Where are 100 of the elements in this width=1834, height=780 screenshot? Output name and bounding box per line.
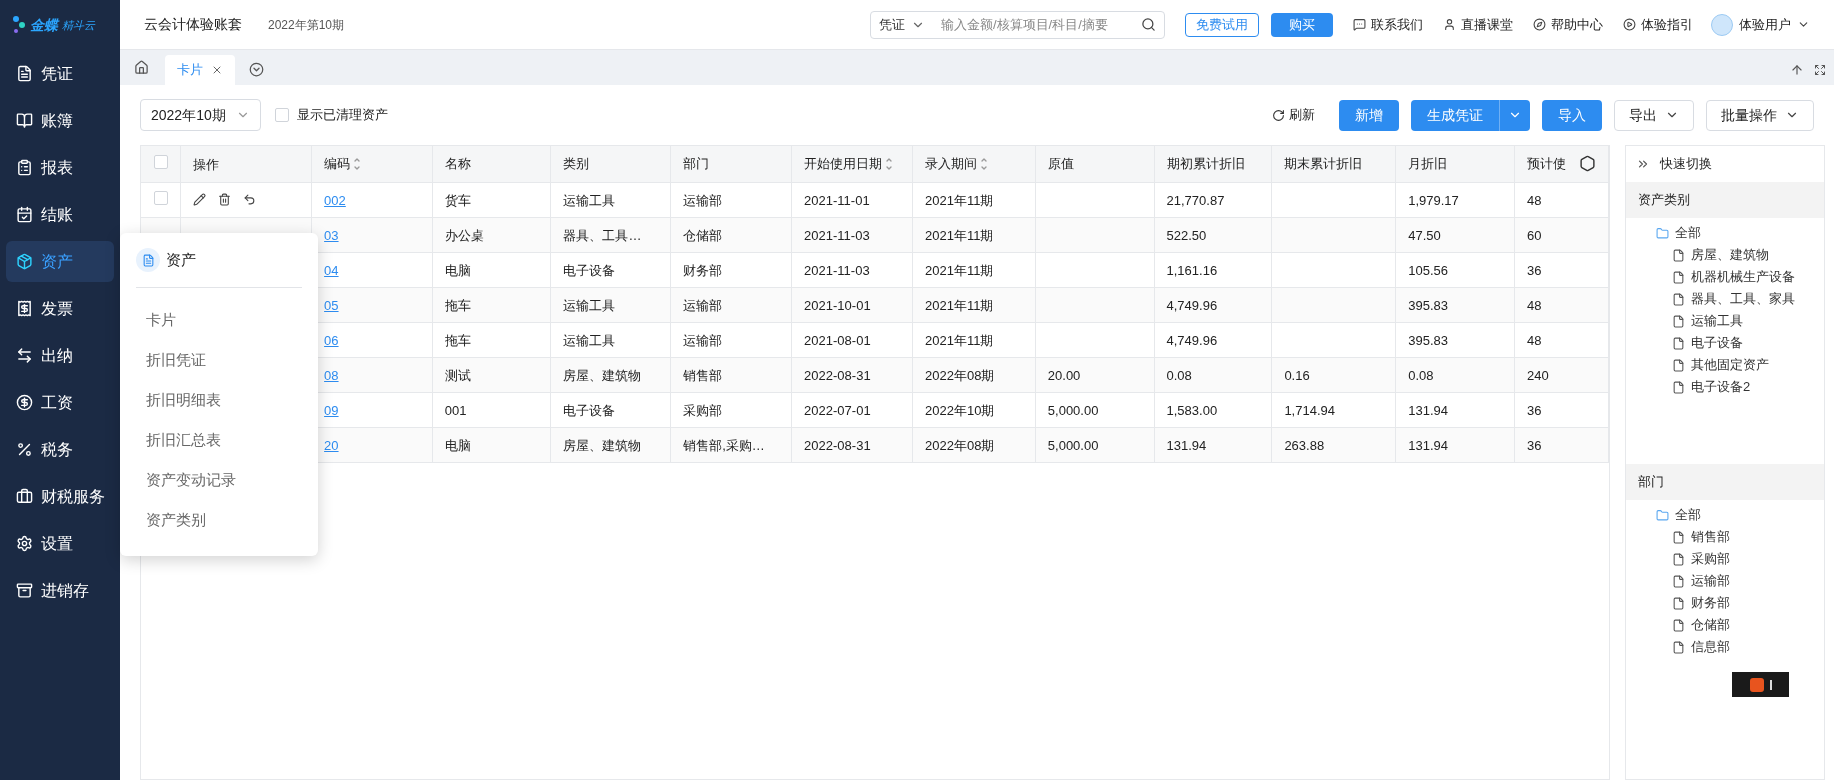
- sidebar-item[interactable]: 报表: [6, 147, 114, 188]
- home-icon[interactable]: [134, 60, 149, 75]
- table-cell: 办公桌: [444, 227, 484, 243]
- table-cell: 2022-08-31: [804, 367, 871, 383]
- table-cell: 2021年11期: [925, 262, 994, 278]
- column-header[interactable]: 类别: [563, 154, 590, 174]
- checkbox[interactable]: [153, 190, 168, 205]
- flyout-menu-item[interactable]: 卡片: [136, 300, 302, 340]
- chat-icon: [1353, 18, 1366, 31]
- delete-icon[interactable]: [218, 193, 232, 206]
- sidebar-item[interactable]: 财税服务: [6, 476, 114, 517]
- tree-item[interactable]: 电子设备2: [1691, 377, 1751, 397]
- refresh-icon[interactable]: [1272, 108, 1285, 122]
- tree-item[interactable]: 全部: [1675, 505, 1701, 525]
- column-header[interactable]: 月折旧: [1408, 154, 1448, 174]
- double-chevron-icon[interactable]: [1636, 157, 1650, 171]
- sidebar-item[interactable]: 出纳: [6, 335, 114, 376]
- tree-item[interactable]: 全部: [1675, 223, 1701, 243]
- settings-icon[interactable]: [1579, 155, 1596, 173]
- column-header[interactable]: 期初累计折旧: [1166, 154, 1245, 174]
- table-cell: 0.08: [1166, 367, 1192, 383]
- flyout-menu-item[interactable]: 折旧凭证: [136, 340, 302, 380]
- fullscreen-icon[interactable]: [1814, 64, 1826, 76]
- column-header[interactable]: 录入期间: [925, 154, 977, 174]
- column-header[interactable]: 编码: [324, 154, 351, 174]
- flyout-menu-item[interactable]: 折旧汇总表: [136, 420, 302, 460]
- user-icon: [1443, 18, 1456, 31]
- sidebar-item[interactable]: 结账: [6, 194, 114, 235]
- tree-item[interactable]: 房屋、建筑物: [1691, 245, 1769, 265]
- column-header[interactable]: 原值: [1047, 154, 1074, 174]
- asset-code-link[interactable]: 002: [324, 192, 346, 208]
- chevron-circle-icon[interactable]: [249, 62, 264, 77]
- tree-item[interactable]: 运输部: [1691, 571, 1730, 591]
- file-icon: [1672, 292, 1685, 306]
- asset-code-link[interactable]: 09: [324, 402, 339, 418]
- refresh-link[interactable]: 刷新: [1289, 105, 1315, 125]
- header-link[interactable]: 帮助中心: [1551, 14, 1603, 35]
- header-link[interactable]: 联系我们: [1371, 14, 1423, 35]
- flyout-menu-item[interactable]: 折旧明细表: [136, 380, 302, 420]
- search-icon: [1141, 17, 1156, 32]
- header-link[interactable]: 直播课堂: [1461, 14, 1513, 35]
- flyout-menu-item[interactable]: 资产类别: [136, 500, 302, 540]
- user-name[interactable]: 体验用户: [1739, 14, 1791, 35]
- search-field[interactable]: 凭证 输入金额/核算项目/科目/摘要: [870, 10, 1165, 39]
- tree-item[interactable]: 信息部: [1691, 637, 1730, 657]
- table-cell: 0.08: [1408, 367, 1434, 383]
- column-header[interactable]: 部门: [683, 154, 710, 174]
- tree-item[interactable]: 财务部: [1691, 593, 1730, 613]
- tree-item[interactable]: 采购部: [1691, 549, 1730, 569]
- table-cell: 2022年08期: [925, 367, 995, 383]
- checkbox[interactable]: [153, 154, 168, 169]
- tab[interactable]: 卡片: [165, 55, 235, 85]
- sidebar-item[interactable]: 凭证: [6, 53, 114, 94]
- dropdown-toggle[interactable]: [1500, 99, 1530, 131]
- period-select[interactable]: 2022年10期: [140, 99, 261, 131]
- tree-item[interactable]: 运输工具: [1691, 311, 1743, 331]
- sidebar-item[interactable]: 资产: [6, 241, 114, 282]
- tree-item[interactable]: 其他固定资产: [1691, 355, 1769, 375]
- column-header[interactable]: 名称: [444, 154, 471, 174]
- sidebar-item[interactable]: 发票: [6, 288, 114, 329]
- file-icon: [1672, 574, 1685, 588]
- flyout-menu-item[interactable]: 资产变动记录: [136, 460, 302, 500]
- asset-code-link[interactable]: 04: [324, 262, 339, 278]
- table-cell: 货车: [444, 192, 471, 208]
- tree-item[interactable]: 仓储部: [1691, 615, 1730, 635]
- undo-icon[interactable]: [243, 193, 257, 206]
- edit-icon[interactable]: [193, 193, 207, 206]
- header-link[interactable]: 体验指引: [1641, 14, 1693, 35]
- table-cell: 财务部: [683, 262, 723, 278]
- trial-button[interactable]: 免费试用: [1185, 12, 1259, 37]
- column-header[interactable]: 开始使用日期: [804, 154, 883, 174]
- table-cell: 运输工具: [563, 332, 616, 348]
- dropdown-button[interactable]: 批量操作: [1706, 99, 1814, 131]
- column-header[interactable]: 期末累计折旧: [1284, 154, 1363, 174]
- column-header[interactable]: 预计使: [1526, 154, 1566, 174]
- tree-item[interactable]: 销售部: [1691, 527, 1730, 547]
- sidebar-item[interactable]: 工资: [6, 382, 114, 423]
- table-cell: 运输工具: [563, 297, 616, 313]
- sidebar-item[interactable]: 账簿: [6, 100, 114, 141]
- checkbox[interactable]: [274, 108, 289, 122]
- tree-item[interactable]: 机器机械生产设备: [1691, 267, 1795, 287]
- table-cell: 2022-07-01: [804, 402, 871, 418]
- tree-item[interactable]: 电子设备: [1691, 333, 1743, 353]
- checkbox-label[interactable]: 显示已清理资产: [296, 105, 388, 125]
- arrow-up-icon[interactable]: [1790, 63, 1804, 77]
- table-cell: 131.94: [1408, 437, 1448, 453]
- calendar-check-icon: [16, 206, 33, 223]
- table-cell: 4,749.96: [1166, 332, 1218, 348]
- table-cell: 拖车: [444, 332, 471, 348]
- asset-code-link[interactable]: 06: [324, 332, 339, 348]
- table-cell: 20.00: [1047, 367, 1081, 383]
- close-icon[interactable]: [211, 64, 223, 76]
- sidebar-item[interactable]: 税务: [6, 429, 114, 470]
- search-input[interactable]: 输入金额/核算项目/科目/摘要: [941, 14, 1135, 35]
- sidebar-item[interactable]: 设置: [6, 523, 114, 564]
- dropdown-button[interactable]: 导出: [1614, 99, 1694, 131]
- sidebar-item[interactable]: 进销存: [6, 570, 114, 611]
- table-cell: 2022-08-31: [804, 437, 871, 453]
- archive-icon: [16, 582, 33, 599]
- tree-item[interactable]: 器具、工具、家具: [1691, 289, 1795, 309]
